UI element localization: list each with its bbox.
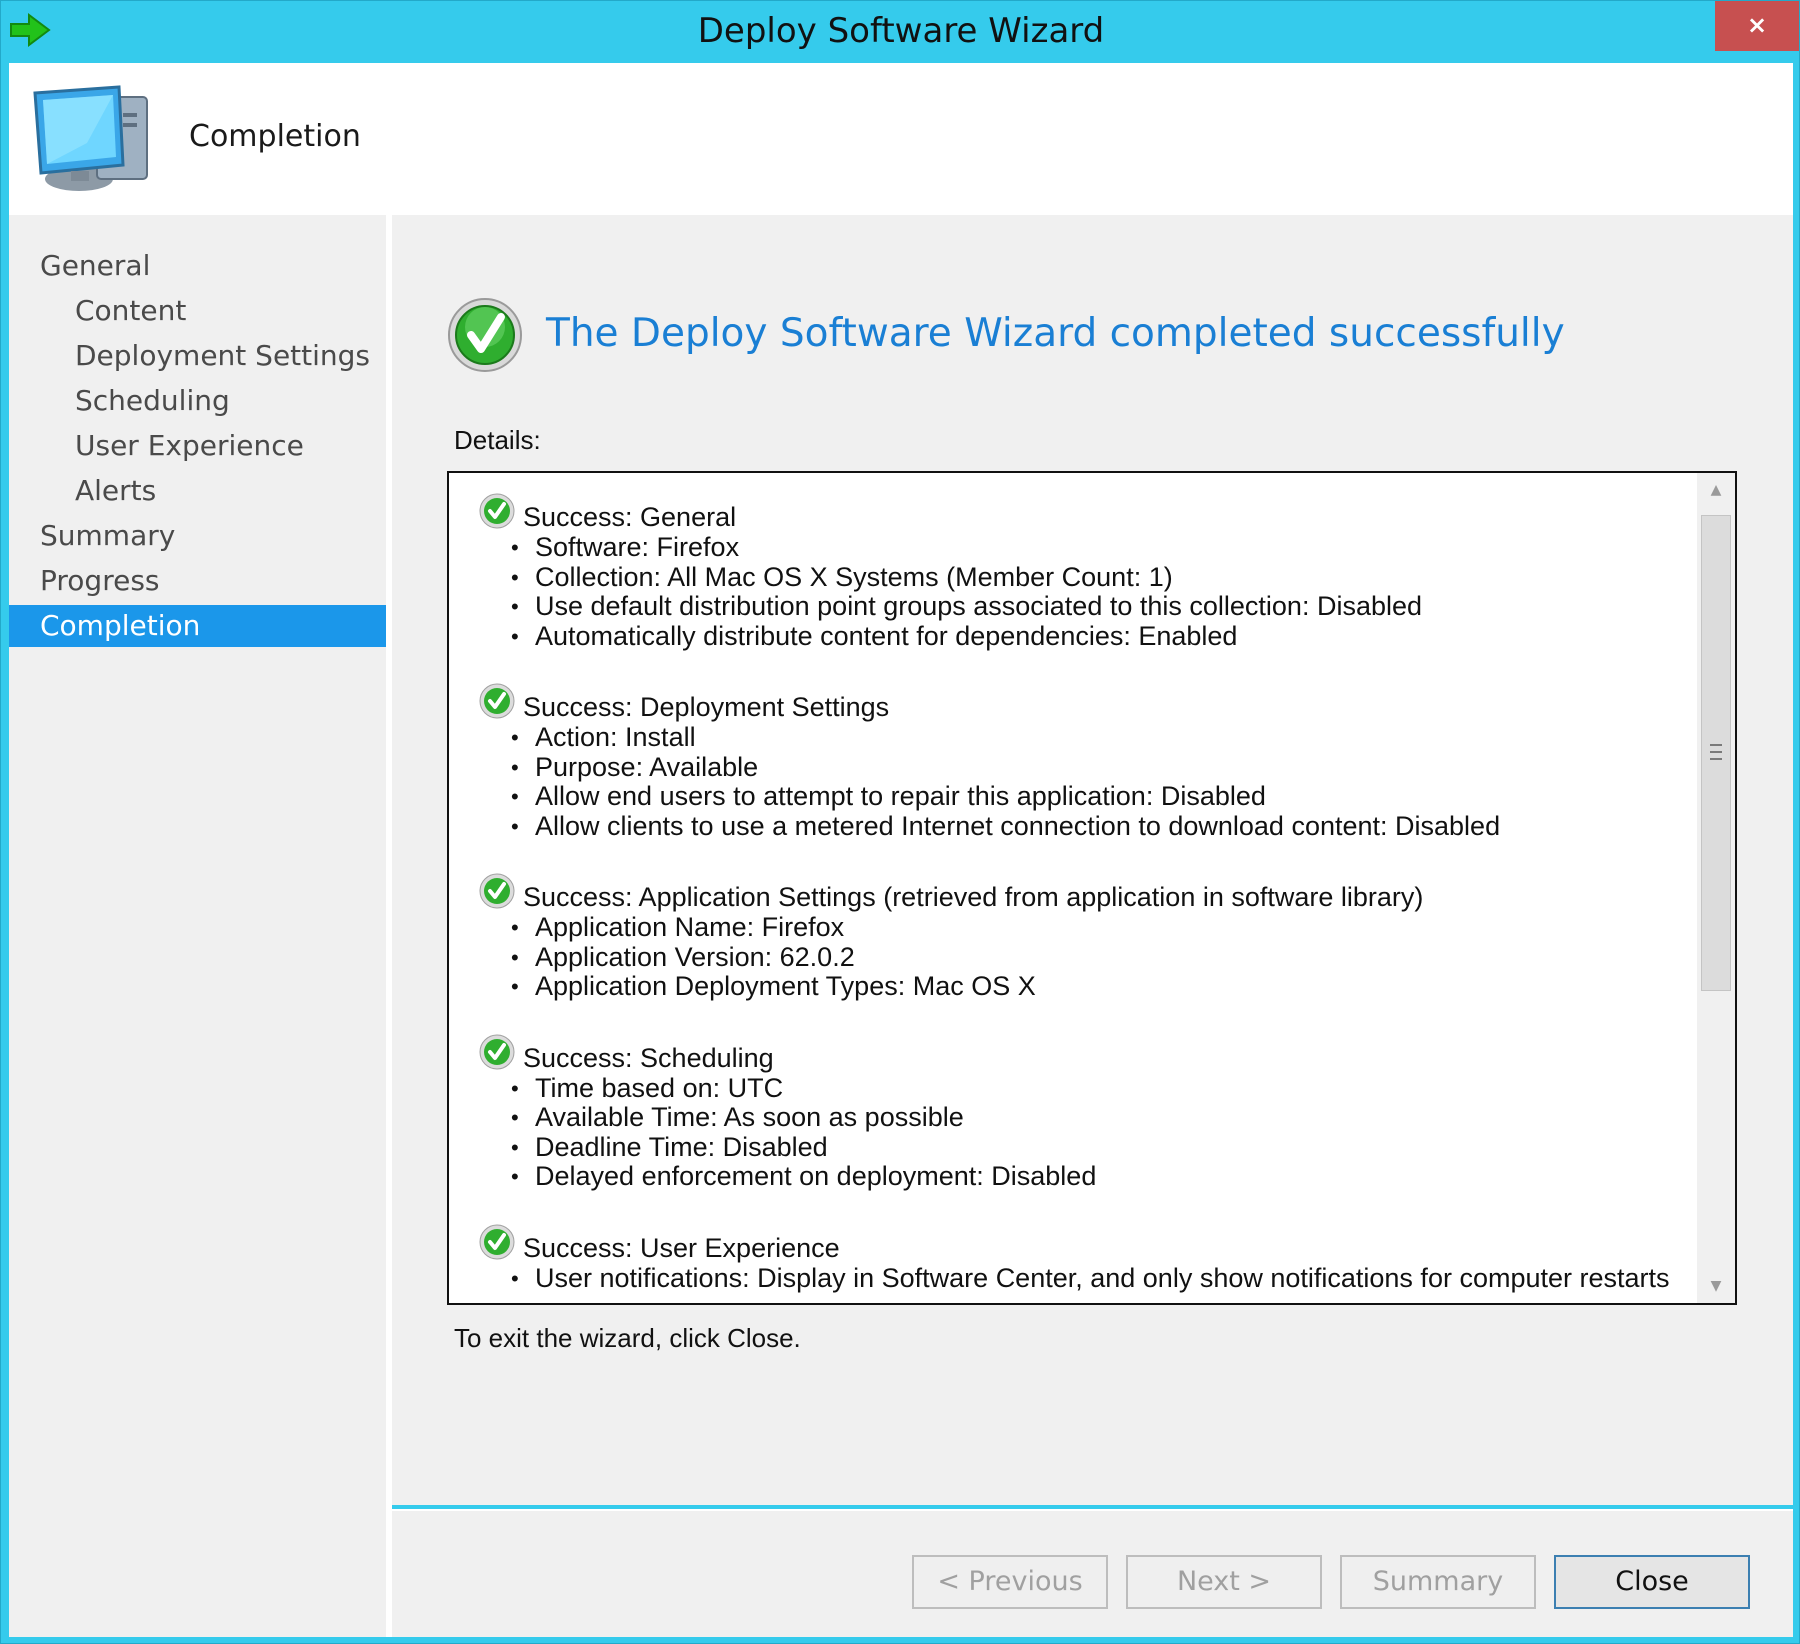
success-check-icon [448, 298, 522, 372]
completion-heading: The Deploy Software Wizard completed suc… [546, 311, 1565, 356]
list-item: Use default distribution point groups as… [511, 591, 1689, 622]
check-icon [479, 683, 515, 719]
list-item: Allow end users to attempt to repair thi… [511, 781, 1689, 812]
window-close-button[interactable]: × [1715, 1, 1799, 51]
check-icon [479, 1034, 515, 1069]
section-title: Success: Deployment Settings [523, 692, 890, 722]
previous-button[interactable]: < Previous [912, 1555, 1108, 1609]
check-icon [479, 1224, 515, 1259]
title-bar[interactable]: Deploy Software Wizard × [1, 1, 1800, 63]
window-title: Deploy Software Wizard [697, 11, 1105, 51]
list-item: Collection: All Mac OS X Systems (Member… [511, 562, 1689, 593]
sidebar-item-user-experience[interactable]: User Experience [9, 425, 386, 467]
sidebar-item-scheduling[interactable]: Scheduling [9, 380, 386, 422]
wizard-header: Completion [9, 63, 1793, 215]
wizard-sidebar: General Content Deployment Settings Sche… [9, 215, 386, 1637]
sidebar-item-general[interactable]: General [9, 245, 386, 287]
sidebar-item-completion[interactable]: Completion [9, 605, 386, 647]
exit-instructions: To exit the wizard, click Close. [454, 1323, 801, 1353]
grip-icon [1710, 744, 1722, 760]
page-title: Completion [189, 119, 361, 154]
list-item: Software: Firefox [511, 532, 1689, 563]
main-panel: The Deploy Software Wizard completed suc… [392, 215, 1793, 1505]
list-item: Available Time: As soon as possible [511, 1102, 1689, 1133]
computer-icon [33, 85, 148, 191]
list-item: Purpose: Available [511, 752, 1689, 783]
list-item: Action: Install [511, 722, 1689, 753]
list-item: Application Version: 62.0.2 [511, 942, 1689, 973]
sidebar-item-deployment-settings[interactable]: Deployment Settings [9, 335, 386, 377]
section-title: Success: Scheduling [523, 1042, 774, 1073]
list-item: Deadline Time: Disabled [511, 1132, 1689, 1163]
next-button[interactable]: Next > [1126, 1555, 1322, 1609]
check-icon [479, 493, 515, 529]
details-label: Details: [454, 425, 541, 455]
details-scrollbar[interactable]: ▲ ▼ [1697, 473, 1735, 1303]
details-section-general: Success: General Software: Firefox Colle… [449, 493, 1689, 652]
list-item: User notifications: Display in Software … [511, 1263, 1689, 1294]
list-item: Time based on: UTC [511, 1073, 1689, 1104]
sidebar-item-summary[interactable]: Summary [9, 515, 386, 557]
scroll-down-arrow-icon[interactable]: ▼ [1697, 1269, 1735, 1303]
list-item: Application Deployment Types: Mac OS X [511, 971, 1689, 1002]
wizard-window: Deploy Software Wizard × Completion Gene… [0, 0, 1800, 1644]
details-content: Success: General Software: Firefox Colle… [449, 493, 1689, 1303]
section-title: Success: General [523, 502, 737, 532]
list-item: Application Name: Firefox [511, 912, 1689, 943]
list-item: Allow clients to use a metered Internet … [511, 811, 1689, 842]
check-icon [479, 873, 515, 909]
details-section-scheduling: Success: Scheduling Time based on: UTC A… [449, 1034, 1689, 1192]
details-section-application-settings: Success: Application Settings (retrieved… [449, 873, 1689, 1002]
sidebar-item-alerts[interactable]: Alerts [9, 470, 386, 512]
scroll-thumb[interactable] [1701, 515, 1731, 991]
button-bar: < Previous Next > Summary Close [392, 1509, 1793, 1637]
details-section-deployment-settings: Success: Deployment Settings Action: Ins… [449, 683, 1689, 842]
details-section-user-experience: Success: User Experience User notificati… [449, 1224, 1689, 1294]
sidebar-item-content[interactable]: Content [9, 290, 386, 332]
summary-button[interactable]: Summary [1340, 1555, 1536, 1609]
sidebar-item-progress[interactable]: Progress [9, 560, 386, 602]
close-button[interactable]: Close [1554, 1555, 1750, 1609]
section-title: Success: User Experience [523, 1232, 840, 1263]
details-textbox[interactable]: Success: General Software: Firefox Colle… [447, 471, 1737, 1305]
section-title: Success: Application Settings (retrieved… [523, 882, 1424, 912]
list-item: Delayed enforcement on deployment: Disab… [511, 1161, 1689, 1192]
list-item: Automatically distribute content for dep… [511, 621, 1689, 652]
scroll-up-arrow-icon[interactable]: ▲ [1697, 473, 1735, 507]
